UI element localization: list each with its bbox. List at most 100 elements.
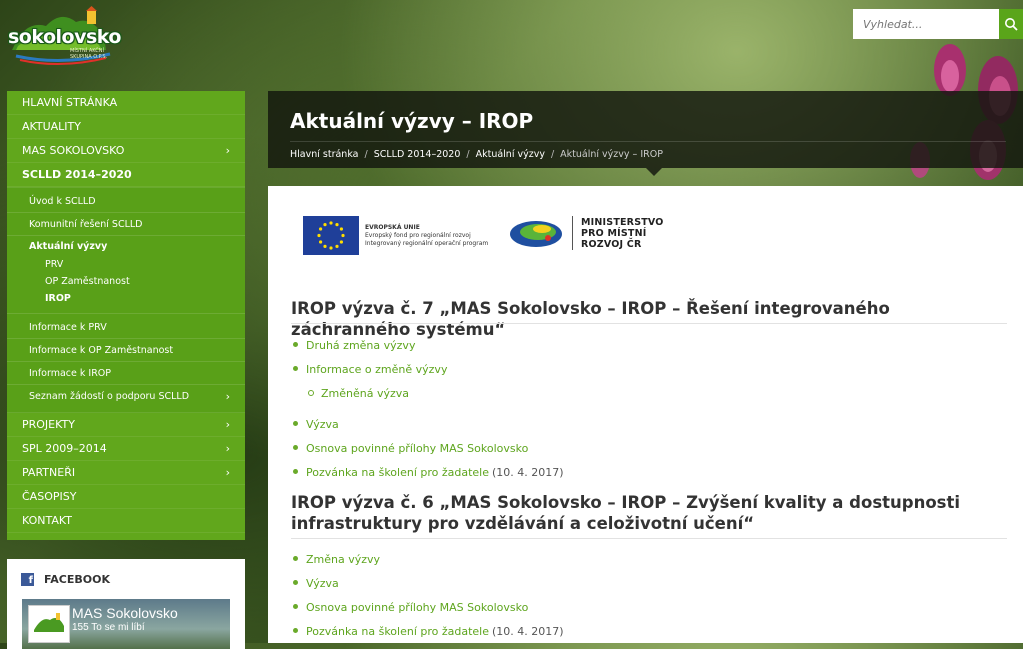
nav-item-label: HLAVNÍ STRÁNKA: [22, 96, 118, 109]
nav-item-hlavni-stranka[interactable]: HLAVNÍ STRÁNKA: [7, 91, 245, 115]
section-title-vyzva-6: IROP výzva č. 6 „MAS Sokolovsko – IROP –…: [291, 493, 961, 533]
link-zmenena-vyzva[interactable]: Změněná výzva: [321, 387, 409, 400]
link-pozvanka[interactable]: Pozvánka na školení pro žadatele: [306, 625, 489, 638]
page-title: Aktuální výzvy – IROP: [290, 109, 534, 133]
nav-item-label: SCLLD 2014–2020: [22, 168, 132, 181]
nav-item-spl[interactable]: SPL 2009–2014 ›: [7, 437, 245, 461]
facebook-page-name[interactable]: MAS Sokolovsko: [72, 605, 178, 621]
logo-subtitle: MÍSTNÍ AKČNÍ SKUPINA O.P.S.: [70, 48, 108, 60]
sub-item-label: Informace k PRV: [29, 321, 107, 333]
facebook-heading-label: FACEBOOK: [44, 573, 110, 586]
eu-line: EVROPSKÁ UNIE: [365, 223, 420, 231]
main-content: EVROPSKÁ UNIE Evropský fond pro regionál…: [268, 186, 1023, 643]
mmr-divider: [572, 216, 573, 250]
header-notch: [646, 168, 662, 176]
link-informace-o-zmene[interactable]: Informace o změně výzvy: [306, 363, 447, 376]
mmr-line: ROZVOJ ČR: [581, 238, 642, 250]
link-vyzva[interactable]: Výzva: [306, 418, 339, 431]
nav-item-kontakt[interactable]: KONTAKT: [7, 509, 245, 533]
chevron-right-icon: ›: [225, 418, 230, 431]
sub-item-seznam-zadosti[interactable]: Seznam žádostí o podporu SCLLD ›: [7, 385, 245, 408]
link-zmena-vyzvy[interactable]: Změna výzvy: [306, 553, 380, 566]
sub-item-komunitni[interactable]: Komunitní řešení SCLLD: [7, 213, 245, 236]
search-icon: [1005, 18, 1018, 31]
facebook-icon: f: [21, 573, 34, 586]
nav-item-sclld[interactable]: SCLLD 2014–2020: [7, 163, 245, 187]
list-item: Informace o změně výzvy: [291, 357, 564, 381]
section-links-vyzva-7: Druhá změna výzvy Informace o změně výzv…: [291, 333, 564, 484]
aktualni-vyzvy-subnav: PRV OP Zaměstnanost IROP: [7, 256, 245, 314]
list-item: Pozvánka na školení pro žadatele (10. 4. …: [291, 619, 564, 643]
breadcrumb-aktualni-vyzvy[interactable]: Aktuální výzvy: [476, 149, 545, 160]
nav-item-mas-sokolovsko[interactable]: MAS SOKOLOVSKO ›: [7, 139, 245, 163]
mmr-emblem-icon: [510, 221, 562, 247]
subsub-item-op-zamestnanost[interactable]: OP Zaměstnanost: [7, 273, 245, 290]
nav-item-label: ČASOPISY: [22, 490, 77, 503]
list-item: Osnova povinné přílohy MAS Sokolovsko: [291, 436, 564, 460]
link-osnova[interactable]: Osnova povinné přílohy MAS Sokolovsko: [306, 601, 528, 614]
breadcrumb-current: Aktuální výzvy – IROP: [560, 149, 663, 160]
sub-item-aktualni-vyzvy[interactable]: Aktuální výzvy: [7, 236, 245, 256]
facebook-page-avatar: [28, 605, 70, 643]
link-vyzva[interactable]: Výzva: [306, 577, 339, 590]
eu-line: Integrovaný regionální operační program: [365, 239, 489, 247]
section-divider: [291, 538, 1007, 539]
date-note: (10. 4. 2017): [492, 465, 564, 479]
nav-item-label: KONTAKT: [22, 514, 72, 527]
subsub-item-irop[interactable]: IROP: [7, 290, 245, 307]
sidebar-nav: HLAVNÍ STRÁNKA AKTUALITY MAS SOKOLOVSKO ›…: [7, 91, 245, 540]
logo-text: sokolovsko: [8, 26, 121, 48]
breadcrumb-separator: /: [550, 149, 555, 160]
header-divider: [290, 141, 1006, 142]
list-item: Pozvánka na školení pro žadatele (10. 4. …: [291, 460, 564, 484]
list-item: Změněná výzva: [291, 381, 564, 405]
mini-logo-icon: [34, 613, 64, 632]
list-item: Změna výzvy: [291, 547, 564, 571]
mmr-line: PRO MÍSTNÍ: [581, 227, 647, 239]
link-pozvanka[interactable]: Pozvánka na školení pro žadatele: [306, 466, 489, 479]
facebook-heading: f FACEBOOK: [7, 559, 245, 586]
nav-item-casopisy[interactable]: ČASOPISY: [7, 485, 245, 509]
eu-logo: EVROPSKÁ UNIE Evropský fond pro regionál…: [303, 216, 505, 255]
site-logo[interactable]: sokolovsko MÍSTNÍ AKČNÍ SKUPINA O.P.S.: [6, 6, 121, 66]
eu-flag-icon: [303, 216, 359, 255]
sub-item-uvod[interactable]: Úvod k SCLLD: [7, 190, 245, 213]
link-druha-zmena-vyzvy[interactable]: Druhá změna výzvy: [306, 339, 415, 352]
nav-item-label: PROJEKTY: [22, 418, 75, 431]
link-osnova[interactable]: Osnova povinné přílohy MAS Sokolovsko: [306, 442, 528, 455]
list-item: Výzva: [291, 412, 564, 436]
breadcrumb-sclld[interactable]: SCLLD 2014–2020: [374, 149, 461, 160]
nav-item-label: PARTNEŘI: [22, 466, 76, 479]
sub-item-label: Seznam žádostí o podporu SCLLD: [29, 391, 190, 402]
chevron-right-icon: ›: [225, 144, 230, 157]
mmr-logo: MINISTERSTVO PRO MÍSTNÍ ROZVOJ ČR: [508, 216, 664, 250]
mmr-text: MINISTERSTVO PRO MÍSTNÍ ROZVOJ ČR: [581, 217, 664, 250]
sub-item-label: Informace k IROP: [29, 367, 112, 379]
chevron-right-icon: ›: [225, 442, 230, 455]
sub-item-informace-irop[interactable]: Informace k IROP: [7, 362, 245, 385]
nav-item-projekty[interactable]: PROJEKTY ›: [7, 413, 245, 437]
sub-item-informace-prv[interactable]: Informace k PRV: [7, 316, 245, 339]
breadcrumb-separator: /: [466, 149, 470, 160]
facebook-page-card[interactable]: MAS Sokolovsko 155 To se mi líbí: [22, 599, 230, 649]
date-note: (10. 4. 2017): [492, 624, 564, 638]
eu-line: Evropský fond pro regionální rozvoj: [365, 231, 471, 239]
chevron-right-icon: ›: [225, 390, 230, 403]
list-item: Výzva: [291, 571, 564, 595]
list-item: Osnova povinné přílohy MAS Sokolovsko: [291, 595, 564, 619]
list-item: Druhá změna výzvy: [291, 333, 564, 357]
nav-item-partneri[interactable]: PARTNEŘI ›: [7, 461, 245, 485]
section-divider: [291, 323, 1007, 324]
subsub-item-prv[interactable]: PRV: [7, 256, 245, 273]
nav-item-label: MAS SOKOLOVSKO: [22, 144, 125, 157]
page-header: Aktuální výzvy – IROP Hlavní stránka / S…: [268, 91, 1023, 176]
chevron-right-icon: ›: [225, 466, 230, 479]
sub-item-label: Komunitní řešení SCLLD: [29, 218, 143, 230]
nav-item-label: SPL 2009–2014: [22, 442, 107, 455]
breadcrumb-home[interactable]: Hlavní stránka: [290, 149, 359, 160]
nav-item-label: AKTUALITY: [22, 120, 81, 133]
breadcrumb: Hlavní stránka / SCLLD 2014–2020 / Aktuá…: [290, 149, 663, 160]
sub-item-informace-op-zamestnanost[interactable]: Informace k OP Zaměstnanost: [7, 339, 245, 362]
section-links-vyzva-6: Změna výzvy Výzva Osnova povinné přílohy…: [291, 547, 564, 643]
nav-item-aktuality[interactable]: AKTUALITY: [7, 115, 245, 139]
